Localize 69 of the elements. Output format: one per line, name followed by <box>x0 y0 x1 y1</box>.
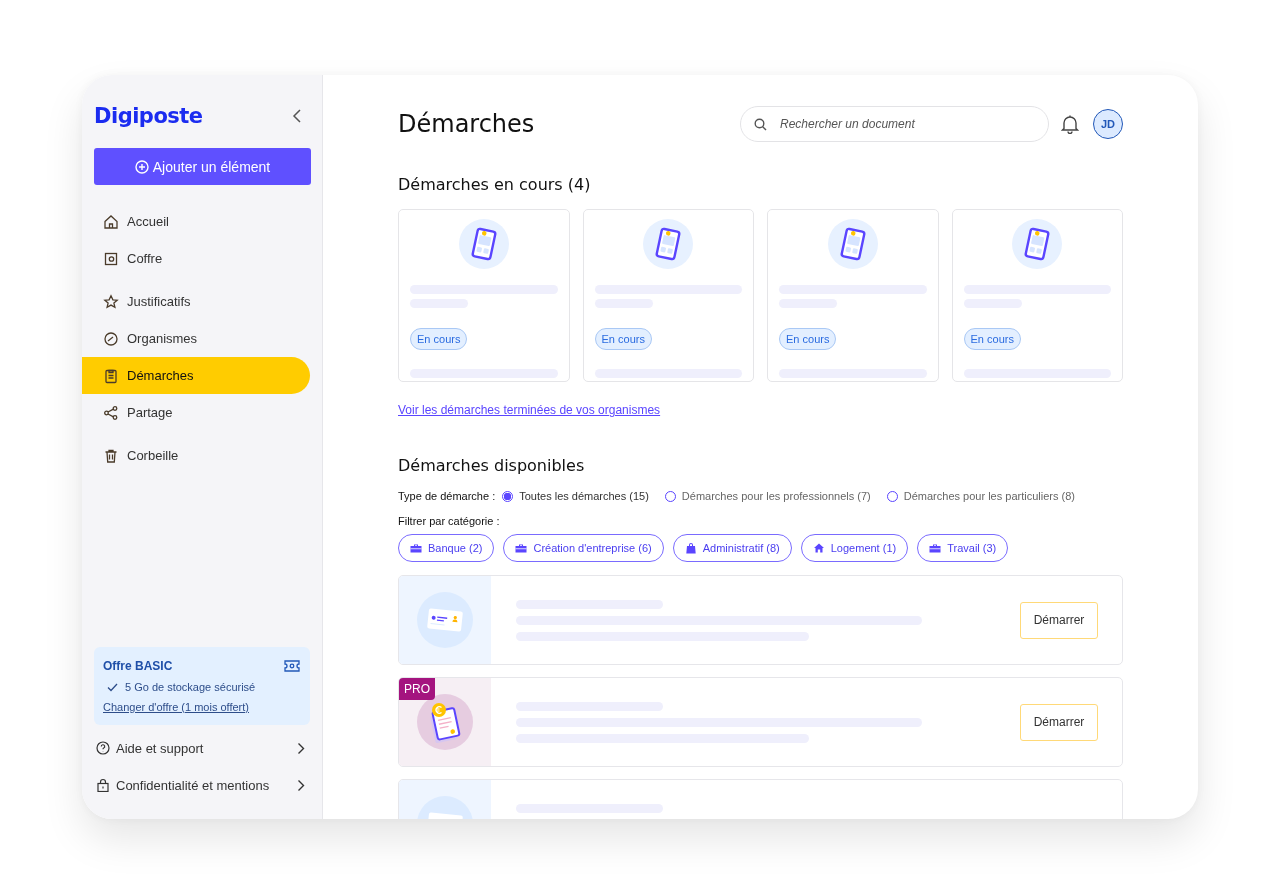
radio-option[interactable]: Démarches pour les professionnels (7) <box>664 490 871 502</box>
safe-icon <box>103 250 119 267</box>
nav-item[interactable]: Accueil <box>82 203 310 240</box>
clipboard-icon <box>103 367 119 384</box>
tablet-icon <box>827 219 878 269</box>
status-badge: En cours <box>963 328 1021 350</box>
logo: Digiposte <box>94 104 203 128</box>
nav-item[interactable]: Justificatifs <box>82 283 310 320</box>
house-icon <box>812 542 825 554</box>
pro-badge: PRO <box>399 678 435 700</box>
finished-procedures-link[interactable]: Voir les démarches terminées de vos organismes <box>398 403 661 417</box>
filter-label: Type de démarche : <box>398 490 496 502</box>
briefcase-icon <box>515 542 528 554</box>
radio-option[interactable]: Toutes les démarches (15) <box>502 490 649 502</box>
procedure-card[interactable]: En cours <box>767 209 939 382</box>
footer-link[interactable]: Aide et support <box>96 734 310 762</box>
page-title: Démarches <box>398 110 536 138</box>
lock-icon <box>96 778 110 792</box>
help-icon <box>96 741 110 755</box>
briefcase-icon <box>410 542 422 554</box>
star-icon <box>103 293 119 310</box>
start-button[interactable]: Démarrer <box>1020 601 1098 639</box>
nav-item[interactable]: Partage <box>82 394 310 431</box>
category-chip[interactable]: Banque (2) <box>398 534 495 562</box>
nav-item[interactable]: Organismes <box>82 320 310 357</box>
ticket-icon <box>284 660 300 672</box>
procedure-card[interactable]: En cours <box>951 209 1123 382</box>
tablet-icon <box>1012 219 1063 269</box>
filter-label: Filtrer par catégorie : <box>398 515 501 527</box>
chevron-right-icon <box>297 778 305 792</box>
chevron-left-icon[interactable] <box>292 109 302 123</box>
bag-icon <box>684 542 697 554</box>
check-icon <box>107 682 118 692</box>
invoice-icon <box>417 694 473 750</box>
category-chip[interactable]: Création d'entreprise (6) <box>503 534 664 562</box>
offer-feature: 5 Go de stockage sécurisé <box>125 681 256 693</box>
add-button[interactable]: Ajouter un élément <box>94 148 311 185</box>
home-icon <box>103 213 119 230</box>
share-icon <box>103 404 119 421</box>
nav-item[interactable]: Coffre <box>82 240 310 277</box>
start-button[interactable]: Démarrer <box>1020 703 1098 741</box>
section-title: Démarches en cours (4) <box>398 174 592 196</box>
change-offer-link[interactable]: Changer d'offre (1 mois offert) <box>103 701 300 713</box>
search-field[interactable]: Rechercher un document <box>740 106 1049 142</box>
footer-link[interactable]: Confidentialité et mentions <box>96 771 310 799</box>
status-badge: En cours <box>410 328 468 350</box>
tablet-icon <box>458 219 509 269</box>
offer-title: Offre BASIC <box>103 659 173 673</box>
category-chip[interactable]: Logement (1) <box>800 534 909 562</box>
radio-option[interactable]: Démarches pour les particuliers (8) <box>886 490 1075 502</box>
status-badge: En cours <box>594 328 652 350</box>
procedure-card[interactable]: En cours <box>582 209 754 382</box>
bell-icon[interactable] <box>1061 114 1079 134</box>
gauge-icon <box>103 330 119 347</box>
tablet-icon <box>643 219 694 269</box>
avatar[interactable]: JD <box>1093 109 1123 139</box>
section-title: Démarches disponibles <box>398 455 586 477</box>
chevron-right-icon <box>297 741 305 755</box>
search-icon <box>754 118 767 131</box>
status-badge: En cours <box>779 328 837 350</box>
plus-circle-icon <box>134 159 149 174</box>
procedure-card[interactable]: En cours <box>398 209 570 382</box>
nav-item[interactable]: Corbeille <box>82 437 310 474</box>
id-card-icon <box>417 592 473 648</box>
briefcase-icon <box>929 542 942 554</box>
trash-icon <box>103 447 119 464</box>
category-chip[interactable]: Travail (3) <box>917 534 1009 562</box>
nav-item[interactable]: Démarches <box>82 357 310 394</box>
category-chip[interactable]: Administratif (8) <box>672 534 792 562</box>
